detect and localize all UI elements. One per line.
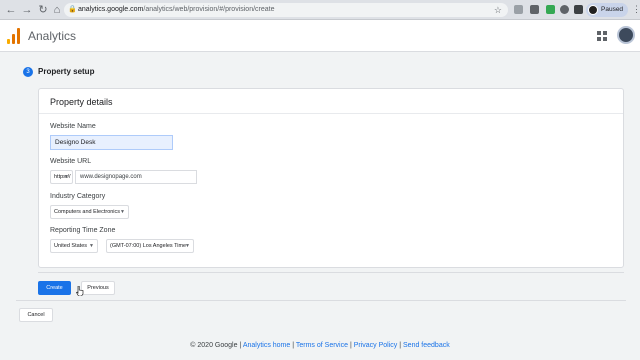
extension-icon[interactable]: [530, 5, 539, 14]
provision-content: 3 Property setup Property details Websit…: [16, 56, 626, 328]
extension-icon[interactable]: [514, 5, 523, 14]
website-url-label: Website URL: [50, 158, 92, 165]
hand-cursor-icon: [76, 286, 84, 296]
industry-category-label: Industry Category: [50, 193, 106, 200]
extension-icon[interactable]: [546, 5, 555, 14]
home-icon[interactable]: ⌂: [50, 3, 64, 17]
lock-icon: 🔒: [68, 6, 77, 13]
chevron-down-icon: ▼: [185, 243, 190, 249]
step-title: Property setup: [38, 67, 95, 76]
property-details-card: Property details Website Name Designo De…: [38, 88, 624, 268]
industry-value: Computers and Electronics: [54, 209, 121, 215]
puzzle-icon[interactable]: [560, 5, 569, 14]
profile-button[interactable]: Paused: [586, 3, 628, 17]
divider: [16, 300, 626, 301]
reload-icon[interactable]: ↻: [36, 3, 50, 17]
account-avatar[interactable]: [617, 26, 635, 44]
chevron-down-icon: ▼: [89, 243, 94, 249]
website-name-input[interactable]: Designo Desk: [50, 135, 173, 150]
cancel-button[interactable]: Cancel: [19, 308, 53, 322]
footer-link-feedback[interactable]: Send feedback: [403, 342, 450, 349]
previous-button[interactable]: Previous: [81, 281, 115, 295]
browser-toolbar: ← → ↻ ⌂ 🔒 analytics.google.com/analytics…: [0, 0, 640, 20]
industry-category-select[interactable]: Computers and Electronics ▼: [50, 205, 129, 219]
footer-link-terms[interactable]: Terms of Service: [296, 342, 348, 349]
browser-menu-icon[interactable]: ⋮: [632, 4, 640, 15]
forward-icon[interactable]: →: [20, 3, 34, 17]
media-icon[interactable]: [574, 5, 583, 14]
country-select[interactable]: United States ▼: [50, 239, 98, 253]
website-name-label: Website Name: [50, 123, 96, 130]
time-zone-value: (GMT-07:00) Los Angeles Time: [110, 243, 187, 249]
apps-grid-icon[interactable]: [597, 31, 607, 41]
chevron-down-icon: ▼: [120, 209, 125, 215]
footer: © 2020 Google | Analytics home | Terms o…: [0, 342, 640, 349]
copyright-text: © 2020 Google: [190, 342, 238, 349]
divider: [38, 272, 624, 273]
app-header: Analytics: [0, 20, 640, 52]
website-url-input[interactable]: www.designopage.com: [75, 170, 197, 184]
url-host: analytics.google.com: [78, 6, 144, 13]
back-icon[interactable]: ←: [4, 3, 18, 17]
footer-link-analytics-home[interactable]: Analytics home: [243, 342, 290, 349]
url-path: /analytics/web/provision/#/provision/cre…: [143, 6, 275, 13]
card-title: Property details: [50, 97, 113, 107]
step-number-badge: 3: [23, 67, 33, 77]
time-zone-select[interactable]: (GMT-07:00) Los Angeles Time ▼: [106, 239, 194, 253]
country-value: United States: [54, 243, 88, 249]
bookmark-star-icon[interactable]: ☆: [494, 3, 502, 17]
analytics-logo-icon[interactable]: [7, 28, 21, 44]
reporting-time-zone-label: Reporting Time Zone: [50, 227, 116, 234]
profile-avatar: [588, 5, 598, 15]
divider: [39, 113, 623, 114]
footer-link-privacy[interactable]: Privacy Policy: [354, 342, 398, 349]
create-button[interactable]: Create: [38, 281, 71, 295]
chevron-down-icon: ▼: [64, 174, 69, 180]
profile-label: Paused: [601, 6, 624, 13]
protocol-select[interactable]: https:// ▼: [50, 170, 73, 184]
address-bar[interactable]: 🔒 analytics.google.com/analytics/web/pro…: [64, 3, 508, 17]
app-title[interactable]: Analytics: [28, 29, 76, 43]
